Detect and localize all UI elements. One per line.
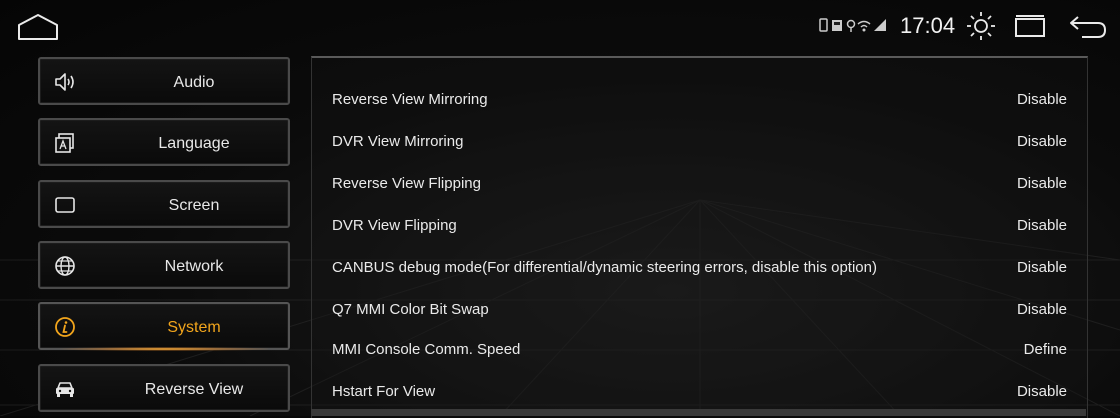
setting-value: Disable [1016,259,1067,276]
speaker-icon [55,73,74,91]
setting-value: Define [1023,341,1067,358]
setting-label: DVR View Flipping [332,217,457,234]
setting-value: Disable [1016,383,1067,400]
signal-icon [874,19,886,31]
settings-panel[interactable]: Reverse View Mirroring Disable DVR View … [311,56,1088,418]
sidebar-item-audio[interactable]: Audio [38,57,290,105]
car-icon [56,382,74,397]
sd-card-icon [832,20,842,31]
setting-value: Disable [1016,91,1067,108]
settings-row-dvr-view-flipping[interactable]: DVR View Flipping Disable [312,206,1087,246]
sidebar-item-system[interactable]: System [38,302,290,351]
info-icon [55,317,75,337]
setting-value: Disable [1016,175,1067,192]
sidebar-item-reverse-view[interactable]: Reverse View [38,364,290,412]
status-bar: 17:04 [0,0,1120,50]
settings-row-q7-mmi-color-bit-swap[interactable]: Q7 MMI Color Bit Swap Disable [312,290,1087,330]
sidebar-item-network[interactable]: Network [38,241,290,289]
clock: 17:04 [900,13,956,38]
globe-icon [55,256,75,276]
settings-row-dvr-view-mirroring[interactable]: DVR View Mirroring Disable [312,122,1087,162]
location-icon [846,19,856,32]
active-indicator [60,347,268,351]
setting-label: Reverse View Mirroring [332,91,488,108]
wifi-icon [857,20,871,32]
sidebar-item-language[interactable]: Language [38,118,290,166]
windows-icon[interactable] [1012,14,1048,38]
settings-row-reverse-view-mirroring[interactable]: Reverse View Mirroring Disable [312,80,1087,120]
sidebar-item-screen[interactable]: Screen [38,180,290,228]
sidebar-item-label: System [167,319,221,336]
sidebar-item-label: Screen [168,197,220,214]
setting-value: Disable [1016,133,1067,150]
screen-icon [55,197,75,213]
setting-label: Hstart For View [332,383,436,400]
setting-label: DVR View Mirroring [332,133,464,150]
settings-row-reverse-view-flipping[interactable]: Reverse View Flipping Disable [312,164,1087,204]
setting-label: Reverse View Flipping [332,175,481,192]
setting-label: Q7 MMI Color Bit Swap [332,301,489,318]
brightness-icon[interactable] [966,11,996,41]
settings-row-hstart-for-view[interactable]: Hstart For View Disable [312,372,1087,412]
setting-label: CANBUS debug mode(For differential/dynam… [332,259,877,276]
language-icon [55,133,74,153]
settings-row-mmi-console-comm-speed[interactable]: MMI Console Comm. Speed Define [312,330,1087,370]
home-icon[interactable] [16,13,60,41]
sidebar-item-label: Reverse View [144,381,244,398]
settings-row-canbus-debug-mode[interactable]: CANBUS debug mode(For differential/dynam… [312,248,1087,288]
setting-value: Disable [1016,301,1067,318]
back-icon[interactable] [1068,13,1108,39]
usb-icon [819,18,828,32]
sidebar-item-label: Language [158,135,230,152]
panel-bottom-edge [311,409,1086,416]
status-icons [819,18,886,32]
setting-label: MMI Console Comm. Speed [332,341,521,358]
sidebar-item-label: Audio [173,74,215,91]
setting-value: Disable [1016,217,1067,234]
sidebar-item-label: Network [164,258,224,275]
